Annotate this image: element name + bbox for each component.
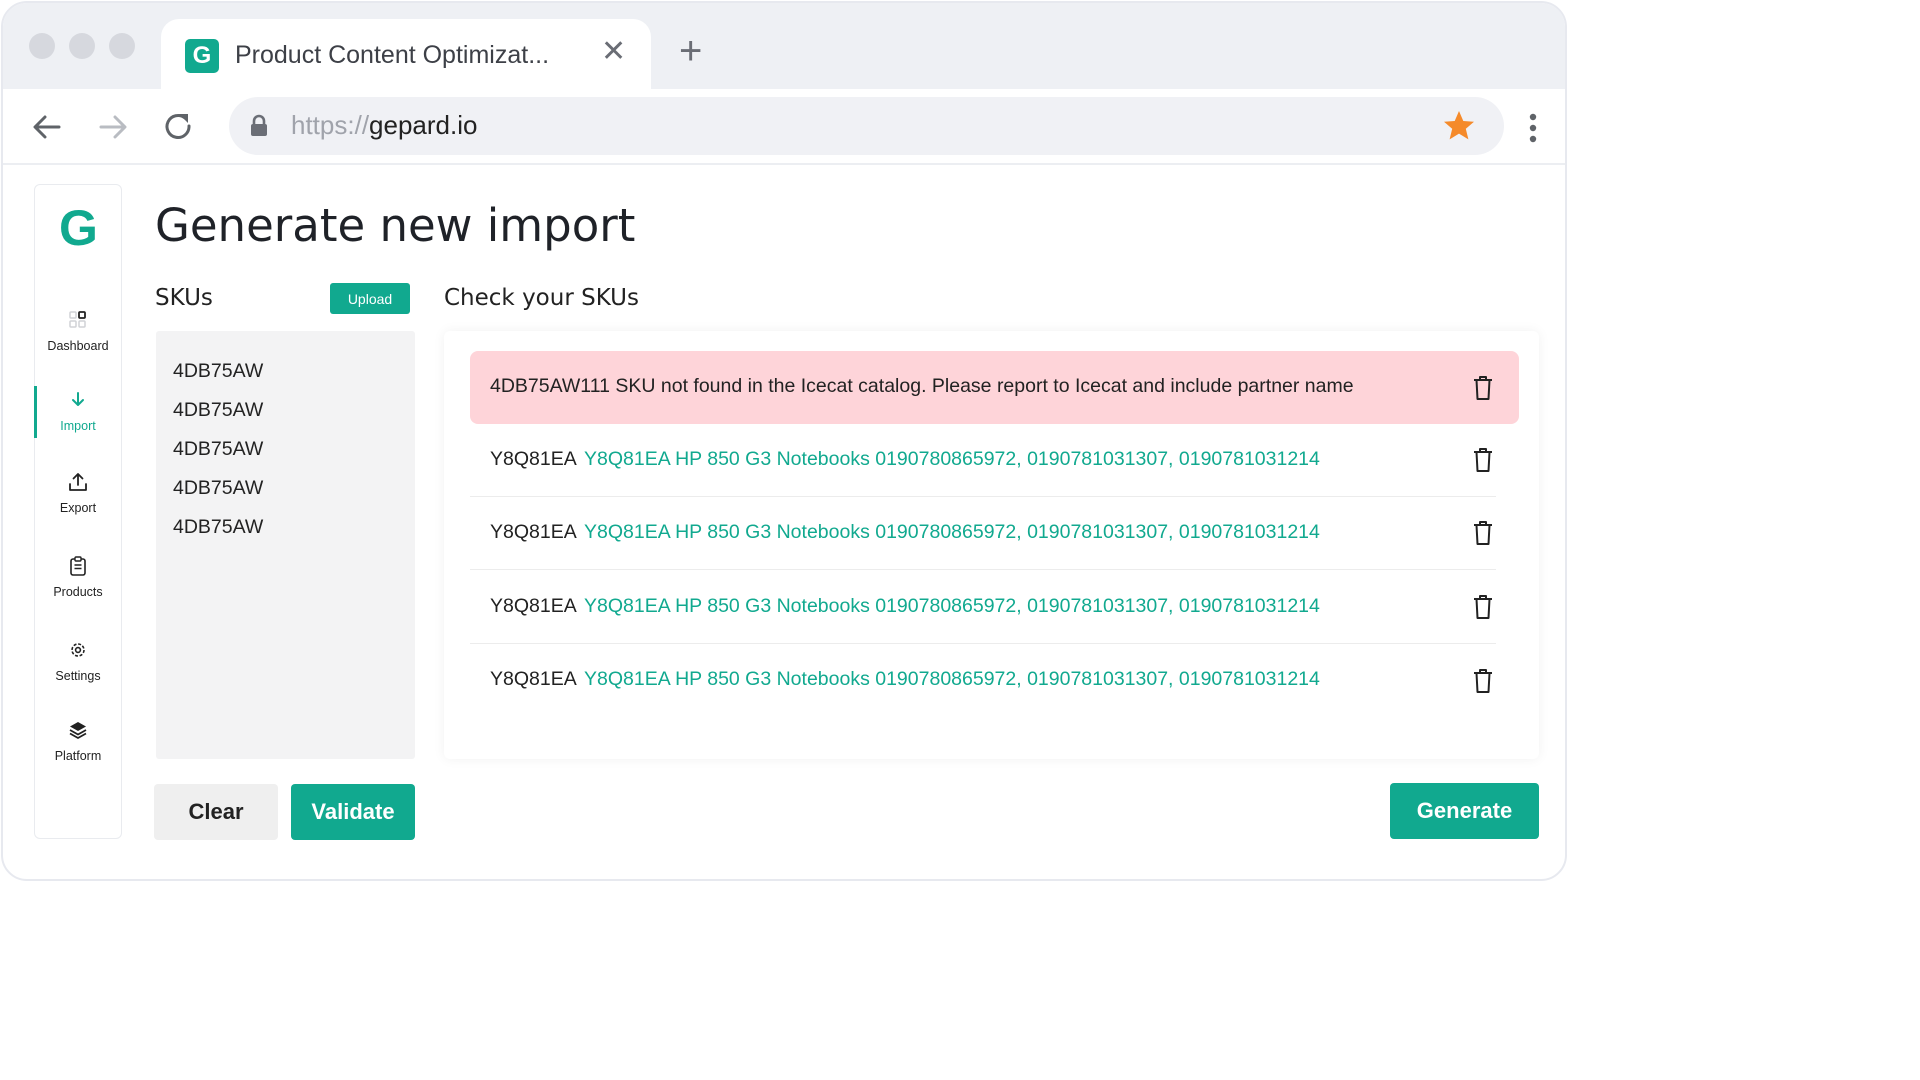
trash-icon[interactable]: [1472, 375, 1494, 401]
url-scheme: https://: [291, 110, 370, 140]
trash-icon[interactable]: [1472, 594, 1494, 620]
forward-icon[interactable]: [95, 109, 131, 145]
url-text: https://gepard.io: [291, 110, 477, 141]
result-info: Y8Q81EA HP 850 G3 Notebooks 019078086597…: [584, 521, 1320, 543]
window-minimize-dot[interactable]: [69, 33, 95, 59]
app-logo[interactable]: G: [59, 199, 98, 257]
error-message: 4DB75AW111 SKU not found in the Icecat c…: [490, 375, 1354, 397]
sidebar-item-label: Settings: [55, 669, 101, 683]
upload-button[interactable]: Upload: [330, 283, 410, 314]
reload-icon[interactable]: [160, 109, 196, 145]
sidebar-item-label: Export: [59, 501, 97, 515]
sidebar-item-label: Dashboard: [47, 339, 109, 353]
sidebar-item-label: Import: [60, 419, 96, 433]
sidebar-item-label: Products: [53, 585, 103, 599]
sidebar-item-label: Platform: [54, 749, 102, 763]
sidebar-item-products[interactable]: Products: [35, 555, 121, 615]
page-title: Generate new import: [155, 199, 636, 252]
browser-toolbar: https://gepard.io: [3, 89, 1565, 165]
sidebar-item-import[interactable]: Import: [35, 389, 121, 449]
trash-icon[interactable]: [1472, 447, 1494, 473]
sku-line: 4DB75AW: [173, 516, 264, 538]
window-maximize-dot[interactable]: [109, 33, 135, 59]
tab-close-icon[interactable]: ✕: [601, 37, 626, 67]
trash-icon[interactable]: [1472, 668, 1494, 694]
gear-icon: [71, 643, 85, 657]
trash-icon[interactable]: [1472, 520, 1494, 546]
result-info: Y8Q81EA HP 850 G3 Notebooks 019078086597…: [584, 448, 1320, 470]
window-close-dot[interactable]: [29, 33, 55, 59]
tab-title: Product Content Optimizat...: [235, 41, 550, 69]
import-arrow-icon: [72, 392, 84, 406]
result-row: Y8Q81EA Y8Q81EA HP 850 G3 Notebooks 0190…: [470, 571, 1496, 644]
sidebar-item-export[interactable]: Export: [35, 471, 121, 531]
new-tab-button[interactable]: +: [679, 31, 702, 71]
menu-dots-icon[interactable]: [1529, 113, 1537, 143]
sku-line: 4DB75AW: [173, 477, 264, 499]
lock-icon: [251, 114, 267, 136]
skus-label: SKUs: [155, 285, 213, 311]
check-skus-label: Check your SKUs: [444, 285, 639, 311]
sidebar-item-platform[interactable]: Platform: [35, 719, 121, 779]
result-sku: Y8Q81EA: [490, 448, 577, 470]
error-row: 4DB75AW111 SKU not found in the Icecat c…: [470, 351, 1519, 424]
result-sku: Y8Q81EA: [490, 595, 577, 617]
result-row: Y8Q81EA Y8Q81EA HP 850 G3 Notebooks 0190…: [470, 424, 1496, 497]
result-info: Y8Q81EA HP 850 G3 Notebooks 019078086597…: [584, 595, 1320, 617]
generate-button[interactable]: Generate: [1390, 783, 1539, 839]
sidebar-item-settings[interactable]: Settings: [35, 639, 121, 699]
layers-icon: [69, 722, 87, 739]
result-sku: Y8Q81EA: [490, 521, 577, 543]
sku-line: 4DB75AW: [173, 438, 264, 460]
sku-line: 4DB75AW: [173, 399, 264, 421]
url-host: gepard.io: [369, 110, 478, 140]
result-row: Y8Q81EA Y8Q81EA HP 850 G3 Notebooks 0190…: [470, 644, 1496, 717]
favicon-icon: G: [185, 39, 219, 73]
result-info: Y8Q81EA HP 850 G3 Notebooks 019078086597…: [584, 668, 1320, 690]
browser-window: G Product Content Optimizat... ✕ + https…: [1, 1, 1567, 881]
clear-button[interactable]: Clear: [154, 784, 278, 840]
sku-check-panel: 4DB75AW111 SKU not found in the Icecat c…: [444, 331, 1539, 759]
bookmark-star-icon[interactable]: [1442, 109, 1476, 143]
result-sku: Y8Q81EA: [490, 668, 577, 690]
validate-button[interactable]: Validate: [291, 784, 415, 840]
result-row: Y8Q81EA Y8Q81EA HP 850 G3 Notebooks 0190…: [470, 497, 1496, 570]
sidebar-item-dashboard[interactable]: Dashboard: [35, 309, 121, 369]
address-bar[interactable]: https://gepard.io: [229, 97, 1504, 155]
clipboard-icon: [70, 556, 86, 576]
sku-input-area[interactable]: 4DB75AW 4DB75AW 4DB75AW 4DB75AW 4DB75AW: [156, 331, 415, 759]
dashboard-icon: [69, 311, 86, 328]
sku-line: 4DB75AW: [173, 360, 264, 382]
browser-tab[interactable]: G Product Content Optimizat... ✕: [161, 19, 651, 91]
tab-strip: G Product Content Optimizat... ✕ +: [3, 3, 1565, 91]
export-icon: [69, 473, 87, 491]
back-icon[interactable]: [29, 109, 65, 145]
app-sidebar: G Dashboard Import Export Products Setti…: [34, 184, 122, 839]
